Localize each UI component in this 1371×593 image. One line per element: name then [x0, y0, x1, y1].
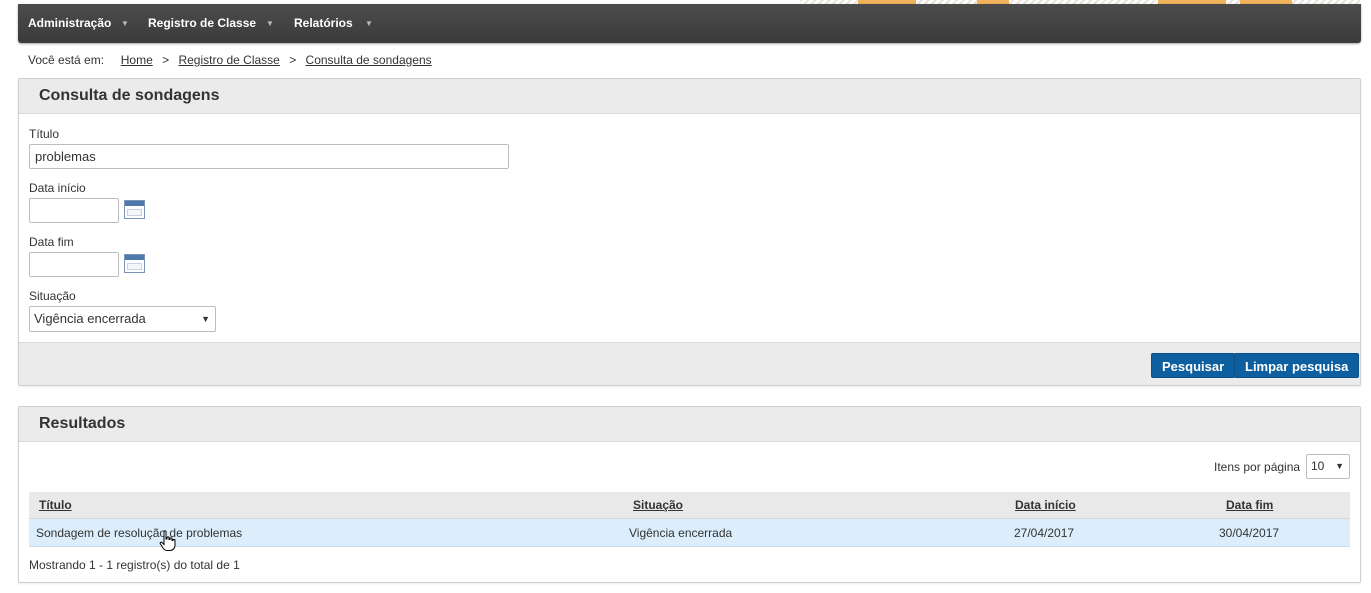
menu-administracao-label: Administração: [28, 16, 112, 30]
situacao-selected-value: Vigência encerrada: [34, 311, 146, 326]
cell-titulo[interactable]: Sondagem de resolução de problemas: [36, 519, 242, 547]
chevron-down-icon: ▼: [365, 19, 373, 28]
cell-data-inicio: 27/04/2017: [1014, 526, 1075, 540]
items-per-page-label: Itens por página: [1214, 460, 1301, 474]
search-panel-footer: Pesquisar Limpar pesquisa: [19, 342, 1360, 385]
calendar-icon[interactable]: [124, 254, 145, 273]
search-panel: Consulta de sondagens Título Data início…: [18, 78, 1361, 386]
breadcrumb-separator: >: [162, 53, 170, 67]
breadcrumb-separator: >: [289, 53, 297, 67]
data-fim-label: Data fim: [29, 235, 74, 249]
results-panel: Resultados Itens por página 10 ▼ Título …: [18, 406, 1361, 583]
chevron-down-icon: ▼: [266, 19, 274, 28]
menu-administracao[interactable]: Administração ▼: [28, 4, 138, 43]
calendar-icon[interactable]: [124, 200, 145, 219]
dropdown-arrow-icon: ▼: [1335, 461, 1344, 471]
breadcrumb-home-link[interactable]: Home: [121, 53, 153, 67]
items-per-page-value: 10: [1311, 459, 1325, 473]
situacao-label: Situação: [29, 289, 76, 303]
column-titulo[interactable]: Título: [39, 492, 72, 518]
titulo-label: Título: [29, 127, 60, 141]
main-menu-bar: Administração ▼ Registro de Classe ▼ Rel…: [18, 4, 1361, 43]
results-table-header: Título Situação Data início Data fim: [29, 492, 1350, 519]
titulo-input[interactable]: [29, 144, 509, 169]
hand-cursor-icon: [159, 530, 176, 551]
menu-relatorios-label: Relatórios: [294, 16, 353, 30]
items-per-page-select[interactable]: 10 ▼: [1306, 454, 1350, 479]
search-panel-title: Consulta de sondagens: [19, 79, 1360, 114]
cell-situacao: Vigência encerrada: [629, 526, 733, 540]
limpar-pesquisa-button[interactable]: Limpar pesquisa: [1234, 353, 1360, 378]
column-data-inicio[interactable]: Data início: [1015, 492, 1076, 518]
pesquisar-button[interactable]: Pesquisar: [1151, 353, 1236, 378]
chevron-down-icon: ▼: [121, 19, 129, 28]
breadcrumb-consulta-link[interactable]: Consulta de sondagens: [306, 53, 432, 67]
breadcrumb: Você está em: Home > Registro de Classe …: [28, 53, 432, 69]
menu-registro-de-classe-label: Registro de Classe: [148, 16, 257, 30]
column-situacao[interactable]: Situação: [633, 492, 683, 518]
dropdown-arrow-icon: ▼: [201, 314, 210, 324]
cell-data-fim: 30/04/2017: [1219, 526, 1280, 540]
data-fim-input[interactable]: [29, 252, 119, 277]
menu-registro-de-classe[interactable]: Registro de Classe ▼: [148, 4, 278, 43]
menu-relatorios[interactable]: Relatórios ▼: [294, 4, 374, 43]
data-inicio-input[interactable]: [29, 198, 119, 223]
results-panel-title: Resultados: [19, 407, 1360, 442]
breadcrumb-prefix: Você está em:: [28, 53, 105, 67]
table-row[interactable]: Sondagem de resolução de problemas Vigên…: [29, 519, 1350, 547]
results-summary: Mostrando 1 - 1 registro(s) do total de …: [29, 558, 240, 572]
data-inicio-label: Data início: [29, 181, 86, 195]
column-data-fim[interactable]: Data fim: [1226, 492, 1273, 518]
breadcrumb-registro-link[interactable]: Registro de Classe: [178, 53, 279, 67]
situacao-select[interactable]: Vigência encerrada ▼: [29, 306, 216, 332]
